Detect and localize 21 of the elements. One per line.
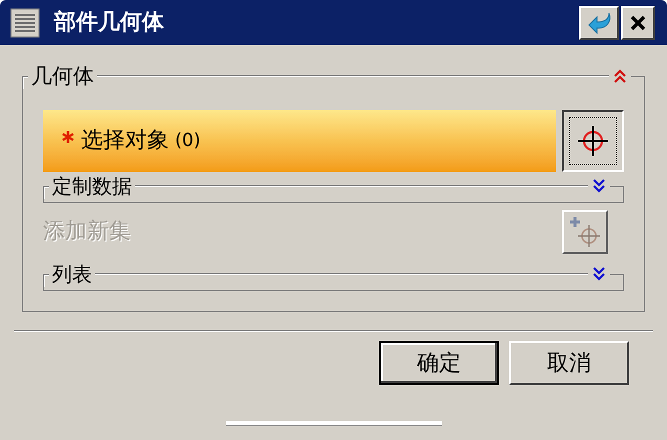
- selection-label: 选择对象: [81, 130, 169, 152]
- group-title: 列表: [51, 264, 93, 284]
- select-object-button[interactable]: [562, 110, 624, 172]
- close-button[interactable]: [621, 6, 655, 40]
- close-icon: [630, 14, 646, 30]
- crosshair-icon: [575, 123, 611, 159]
- ok-button[interactable]: 确定: [379, 341, 499, 385]
- group-title: 几何体: [30, 66, 95, 86]
- resize-grip[interactable]: [226, 421, 442, 426]
- expand-chevron-icon[interactable]: [592, 266, 606, 282]
- collapse-chevron-icon[interactable]: [613, 68, 627, 84]
- cancel-button[interactable]: 取消: [509, 341, 629, 385]
- group-title: 定制数据: [51, 176, 133, 196]
- back-arrow-button[interactable]: [579, 6, 619, 40]
- add-crosshair-icon: [567, 214, 603, 250]
- add-set-button[interactable]: [562, 210, 608, 254]
- window-title: 部件几何体: [54, 9, 165, 37]
- expand-chevron-icon[interactable]: [592, 178, 606, 194]
- selection-count: (0): [175, 132, 200, 150]
- selection-bar[interactable]: 选择对象 (0): [43, 110, 556, 172]
- menu-lines-icon[interactable]: [10, 8, 40, 38]
